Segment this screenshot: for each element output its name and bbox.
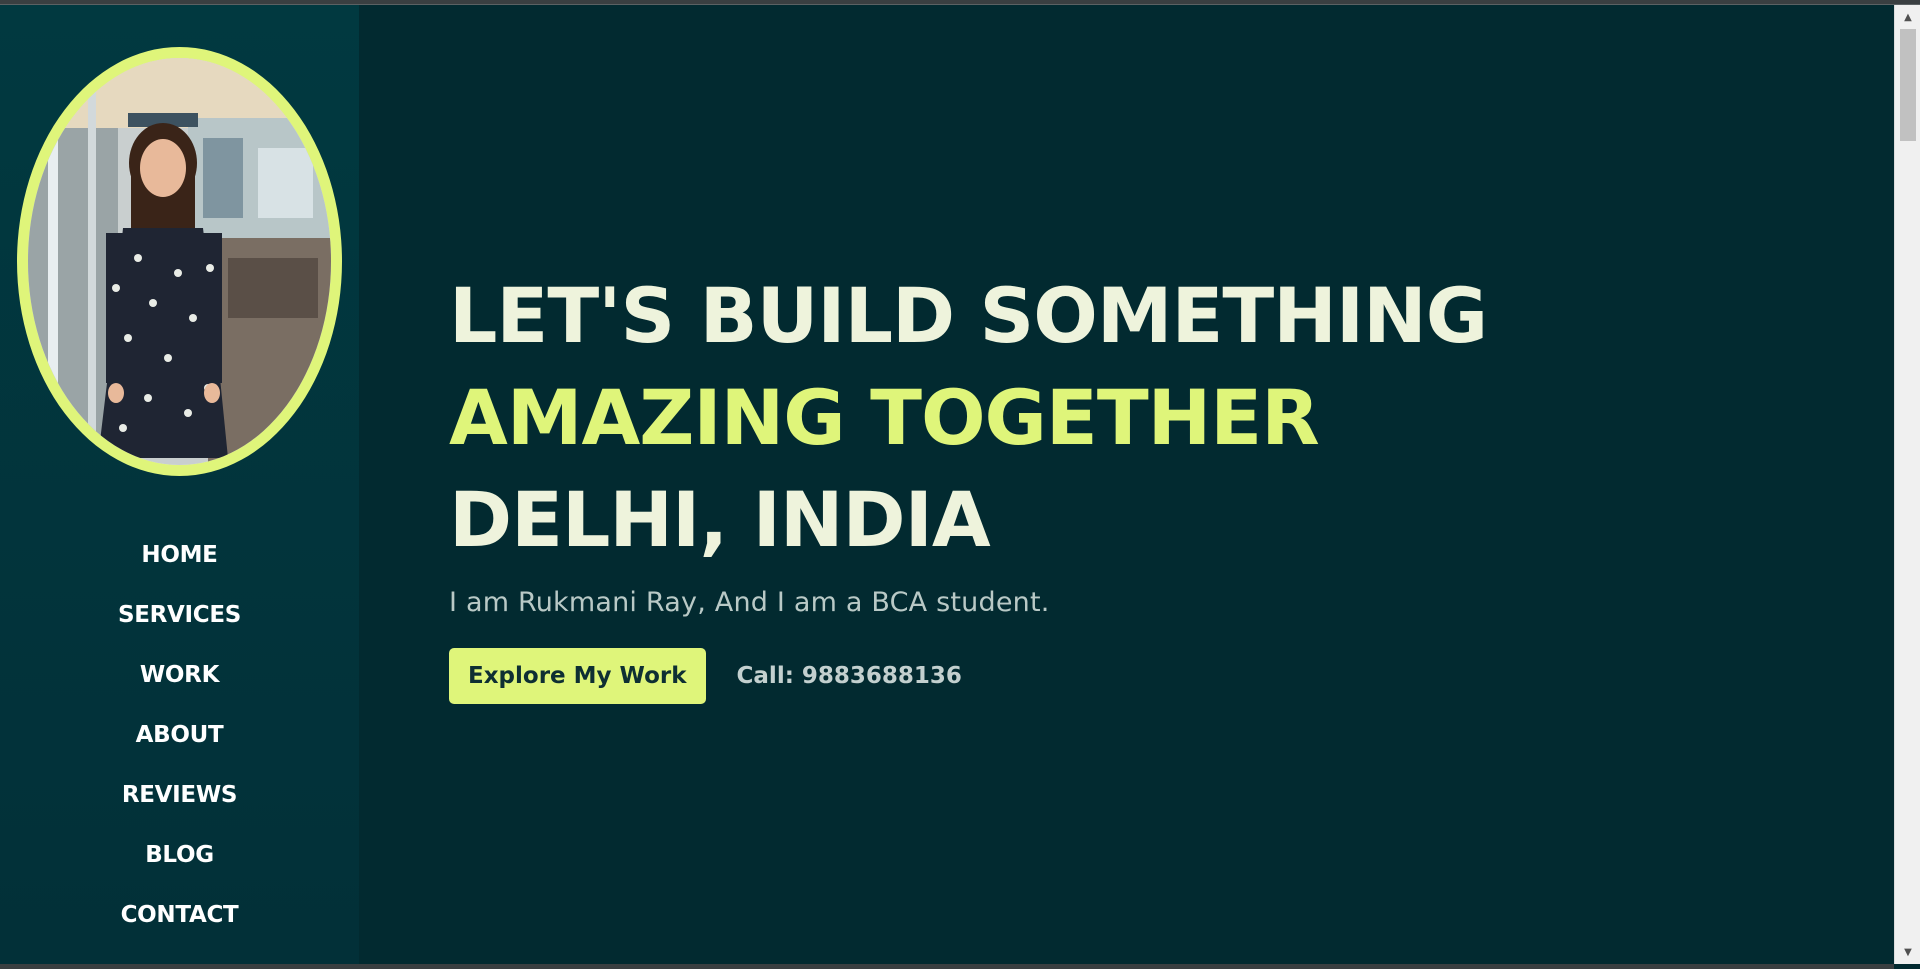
profile-photo-image — [28, 58, 331, 465]
nav-item-home[interactable]: HOME — [0, 525, 359, 585]
nav-item-blog[interactable]: BLOG — [0, 825, 359, 885]
nav-item-services[interactable]: SERVICES — [0, 585, 359, 645]
call-phone-link[interactable]: Call: 9883688136 — [737, 663, 962, 689]
scroll-up-arrow-icon[interactable]: ▲ — [1895, 7, 1920, 27]
nav-item-about[interactable]: ABOUT — [0, 705, 359, 765]
nav-item-work[interactable]: WORK — [0, 645, 359, 705]
explore-work-button[interactable]: Explore My Work — [449, 648, 706, 704]
hero-heading-line-2: AMAZING TOGETHER — [449, 373, 1320, 462]
nav-item-contact[interactable]: CONTACT — [0, 885, 359, 945]
hero-section: LET'S BUILD SOMETHING AMAZING TOGETHER D… — [449, 265, 1488, 704]
window-bottom-edge — [0, 964, 1894, 969]
hero-heading-line-1: LET'S BUILD SOMETHING — [449, 271, 1488, 360]
nav-item-reviews[interactable]: REVIEWS — [0, 765, 359, 825]
vertical-scrollbar[interactable]: ▲ ▼ — [1894, 5, 1920, 964]
scroll-down-arrow-icon[interactable]: ▼ — [1895, 942, 1920, 962]
main-content: LET'S BUILD SOMETHING AMAZING TOGETHER D… — [359, 5, 1894, 964]
hero-heading: LET'S BUILD SOMETHING AMAZING TOGETHER D… — [449, 265, 1488, 571]
hero-actions: Explore My Work Call: 9883688136 — [449, 648, 1487, 704]
sidebar: HOME SERVICES WORK ABOUT REVIEWS BLOG CO… — [0, 5, 359, 964]
hero-heading-line-3: DELHI, INDIA — [449, 475, 991, 564]
hero-subtitle: I am Rukmani Ray, And I am a BCA student… — [449, 587, 1050, 618]
scrollbar-thumb[interactable] — [1900, 29, 1916, 141]
sidebar-nav: HOME SERVICES WORK ABOUT REVIEWS BLOG CO… — [0, 525, 359, 945]
profile-photo — [17, 47, 342, 476]
